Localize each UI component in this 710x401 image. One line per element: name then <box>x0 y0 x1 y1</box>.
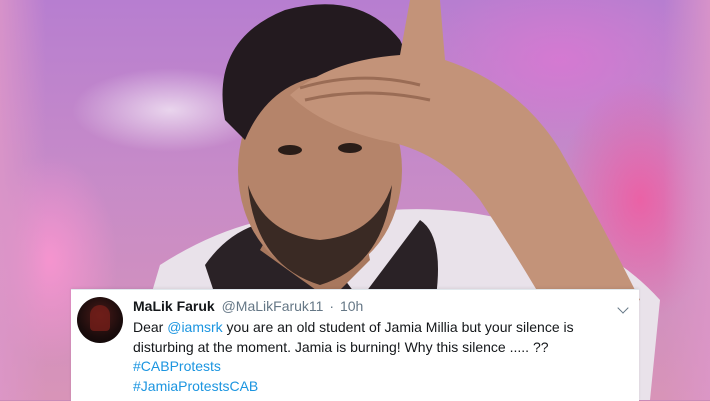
tweet-text-intro: Dear <box>133 319 168 335</box>
tweet-header: MaLik Faruk @MaLikFaruk11 · 10h <box>133 297 629 315</box>
hashtag-link[interactable]: #JamiaProtestsCAB <box>133 377 629 397</box>
tweet-card[interactable]: MaLik Faruk @MaLikFaruk11 · 10h Dear @ia… <box>71 289 639 401</box>
user-handle[interactable]: @MaLikFaruk11 <box>222 298 324 314</box>
separator-dot: · <box>329 298 335 314</box>
hashtag-link[interactable]: #CABProtests <box>133 357 629 377</box>
avatar-image <box>90 305 110 331</box>
left-blur-edge <box>0 0 46 400</box>
avatar[interactable] <box>77 297 123 343</box>
right-blur-edge <box>664 0 710 400</box>
tweet-timestamp[interactable]: 10h <box>340 298 363 314</box>
mention-link[interactable]: @iamsrk <box>167 319 222 335</box>
tweet-text: Dear @iamsrk you are an old student of J… <box>133 318 629 396</box>
display-name[interactable]: MaLik Faruk <box>133 298 215 314</box>
